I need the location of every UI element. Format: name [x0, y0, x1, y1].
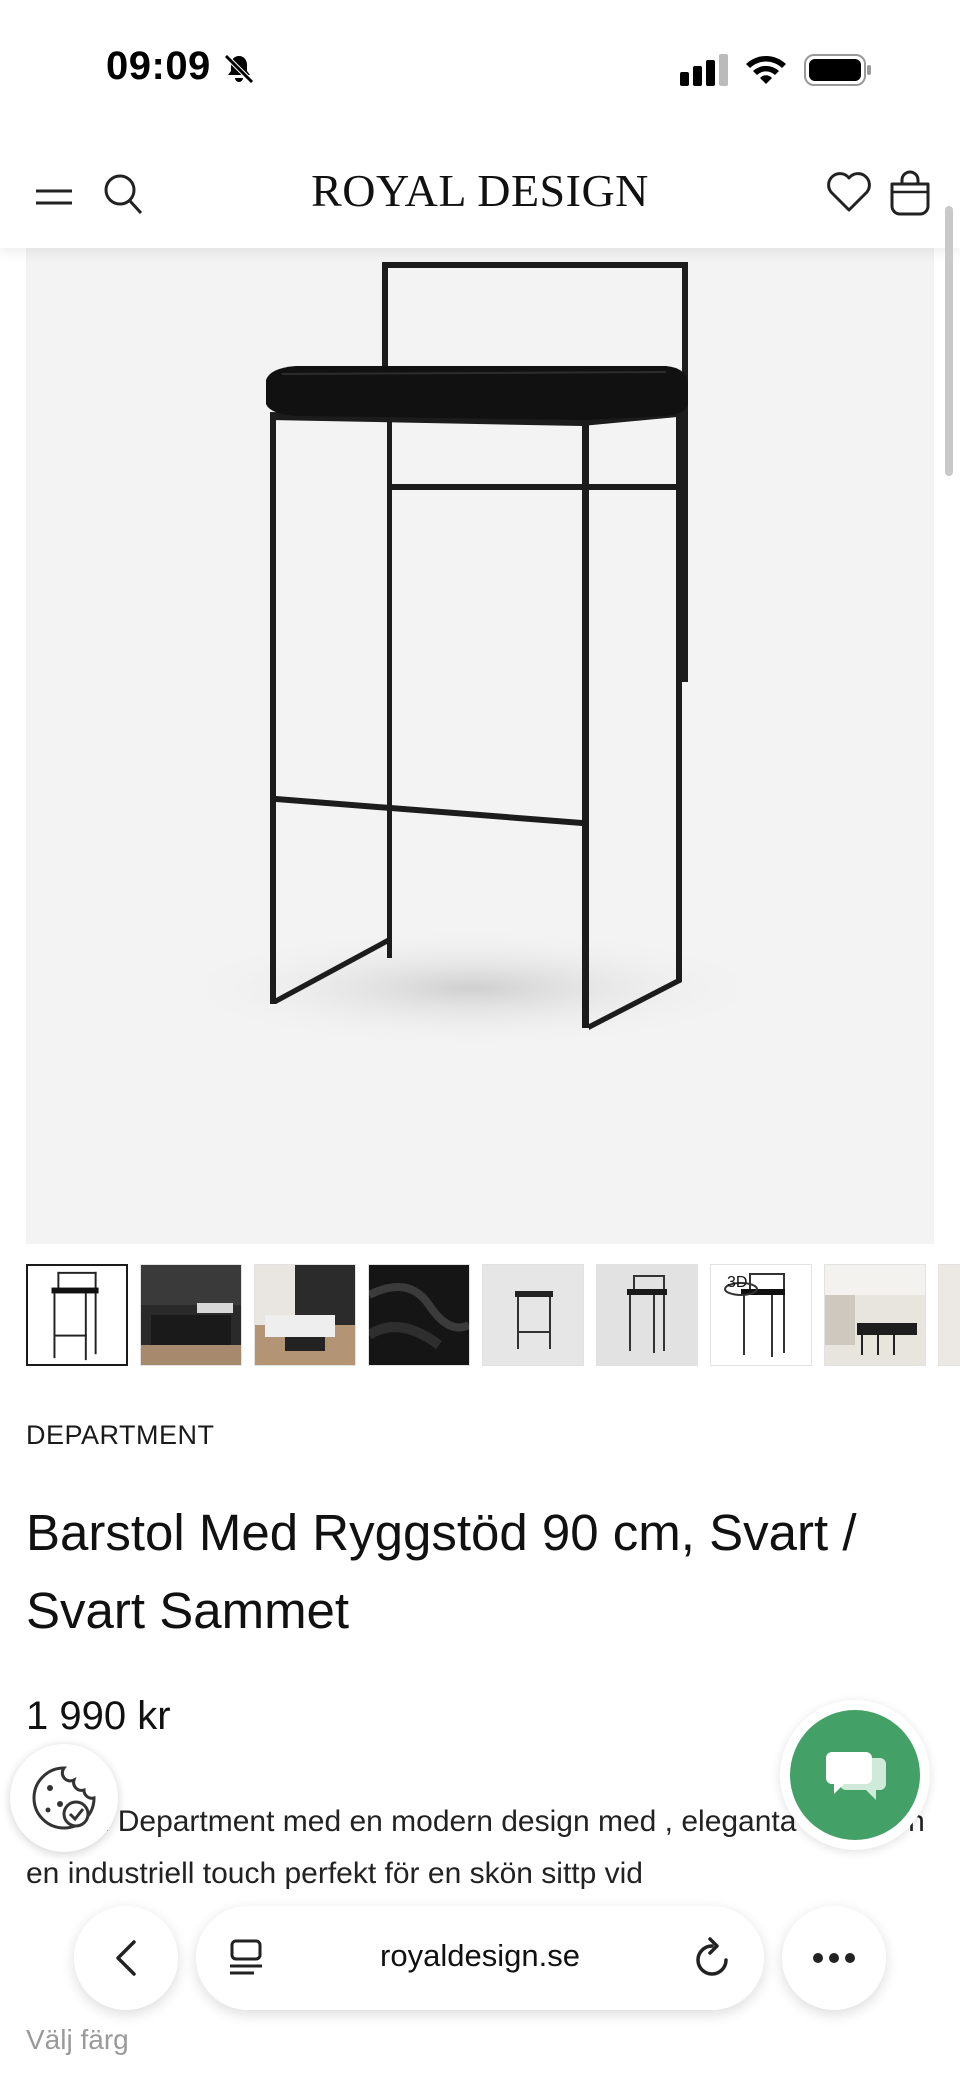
thumbnail-8[interactable] — [824, 1264, 926, 1366]
product-price: 1 990 kr — [26, 1694, 171, 1738]
reload-icon[interactable] — [692, 1936, 732, 1980]
wifi-icon — [746, 56, 786, 84]
thumbnail-7-3d[interactable]: 3D — [710, 1264, 812, 1366]
browser-url[interactable]: royaldesign.se — [196, 1938, 764, 1974]
chat-bubble-icon — [826, 1752, 886, 1800]
cookie-icon — [32, 1766, 96, 1830]
thumbnail-1[interactable] — [26, 1264, 128, 1366]
browser-address-bar[interactable]: royaldesign.se — [196, 1906, 764, 2010]
page-scrollbar[interactable] — [945, 206, 953, 476]
bell-slash-icon — [224, 54, 254, 84]
browser-back-button[interactable] — [74, 1906, 178, 2010]
svg-text:3D: 3D — [727, 1274, 747, 1291]
status-bar: 09:09 — [0, 0, 960, 140]
thumbnail-4[interactable] — [368, 1264, 470, 1366]
color-select-label: Välj färg — [26, 2024, 129, 2055]
cookie-settings-button[interactable] — [10, 1744, 118, 1852]
status-time: 09:09 — [106, 44, 211, 88]
bar-stool-image — [172, 262, 772, 1048]
more-dots-icon — [813, 1953, 855, 1963]
battery-icon — [804, 54, 871, 86]
shopping-bag-icon[interactable] — [888, 168, 932, 216]
thumbnail-6[interactable] — [596, 1264, 698, 1366]
chevron-left-icon — [116, 1940, 136, 1976]
heart-icon[interactable] — [826, 170, 872, 214]
chat-button[interactable] — [780, 1700, 930, 1850]
thumbnail-2[interactable] — [140, 1264, 242, 1366]
product-brand[interactable]: DEPARTMENT — [26, 1420, 215, 1451]
thumbnail-3[interactable] — [254, 1264, 356, 1366]
brand-logo[interactable]: ROYAL DESIGN — [0, 164, 960, 217]
cellular-signal-icon — [680, 54, 728, 86]
thumbnail-9[interactable] — [938, 1264, 960, 1366]
chat-button-inner — [790, 1710, 920, 1840]
thumbnail-strip: 3D — [26, 1262, 960, 1368]
browser-more-button[interactable] — [782, 1906, 886, 2010]
product-main-image[interactable] — [26, 248, 934, 1244]
site-header: ROYAL DESIGN — [0, 140, 960, 248]
product-title: Barstol Med Ryggstöd 90 cm, Svart / Svar… — [26, 1504, 857, 1639]
thumbnail-5[interactable] — [482, 1264, 584, 1366]
